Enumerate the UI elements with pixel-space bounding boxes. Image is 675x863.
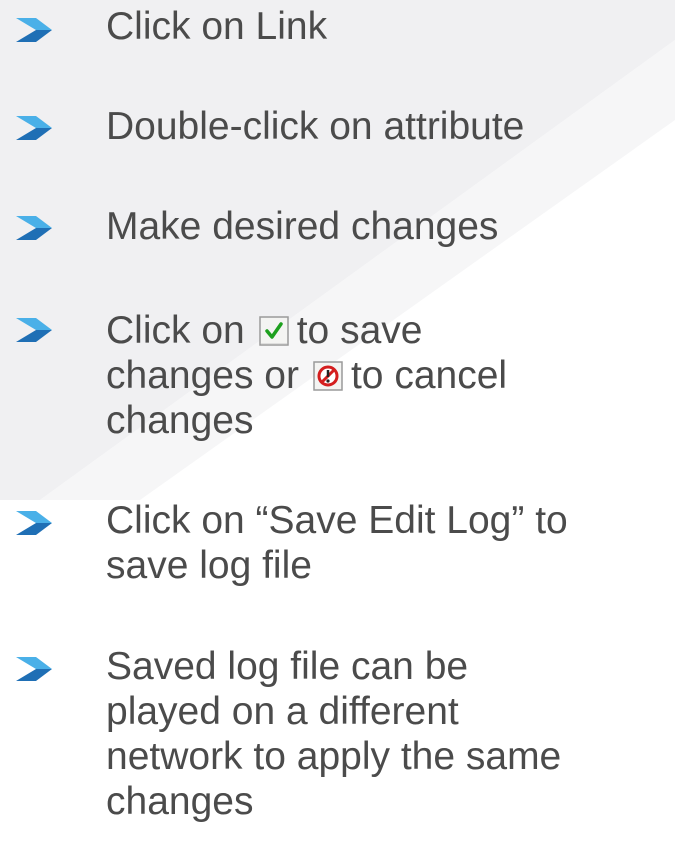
arrow-bullet-icon xyxy=(16,657,52,681)
arrow-bullet-icon xyxy=(16,216,52,240)
list-item-text-segment: Click on xyxy=(106,309,245,352)
arrow-bullet-icon xyxy=(16,318,52,342)
arrow-bullet-icon xyxy=(16,511,52,535)
list-item-line: changes or to cancel xyxy=(106,353,672,398)
list-item-text: Double-click on attribute xyxy=(106,105,525,148)
list-item-line: network to apply the same xyxy=(106,735,562,778)
list-item-line: changes xyxy=(106,399,254,442)
list-item-line: Saved log file can be xyxy=(106,645,469,688)
list-item-line: changes xyxy=(106,780,254,823)
list-item-text: Click on Link xyxy=(106,5,328,48)
arrow-bullet-icon xyxy=(16,18,52,42)
list-item-text: Click on to save changes or to cancel ch… xyxy=(106,308,672,443)
list-item-text-segment: to save xyxy=(296,309,423,352)
list-item-line: played on a different xyxy=(106,690,459,733)
red-cancel-icon xyxy=(313,361,343,391)
arrow-bullet-icon xyxy=(16,116,52,140)
list-item-line: Click on to save xyxy=(106,308,672,353)
list-item-text: Make desired changes xyxy=(106,205,499,248)
bullet-list: Click on Link Double-click on attribute … xyxy=(0,0,675,863)
list-item-text-segment: to cancel xyxy=(350,354,508,397)
list-item-line: Click on “Save Edit Log” to xyxy=(106,499,568,542)
list-item-text: Saved log file can be played on a differ… xyxy=(106,644,672,824)
green-checkmark-icon xyxy=(258,316,289,346)
list-item-line: save log file xyxy=(106,544,312,587)
list-item-text-segment: changes or xyxy=(106,354,299,397)
list-item-text: Click on “Save Edit Log” to save log fil… xyxy=(106,498,672,588)
